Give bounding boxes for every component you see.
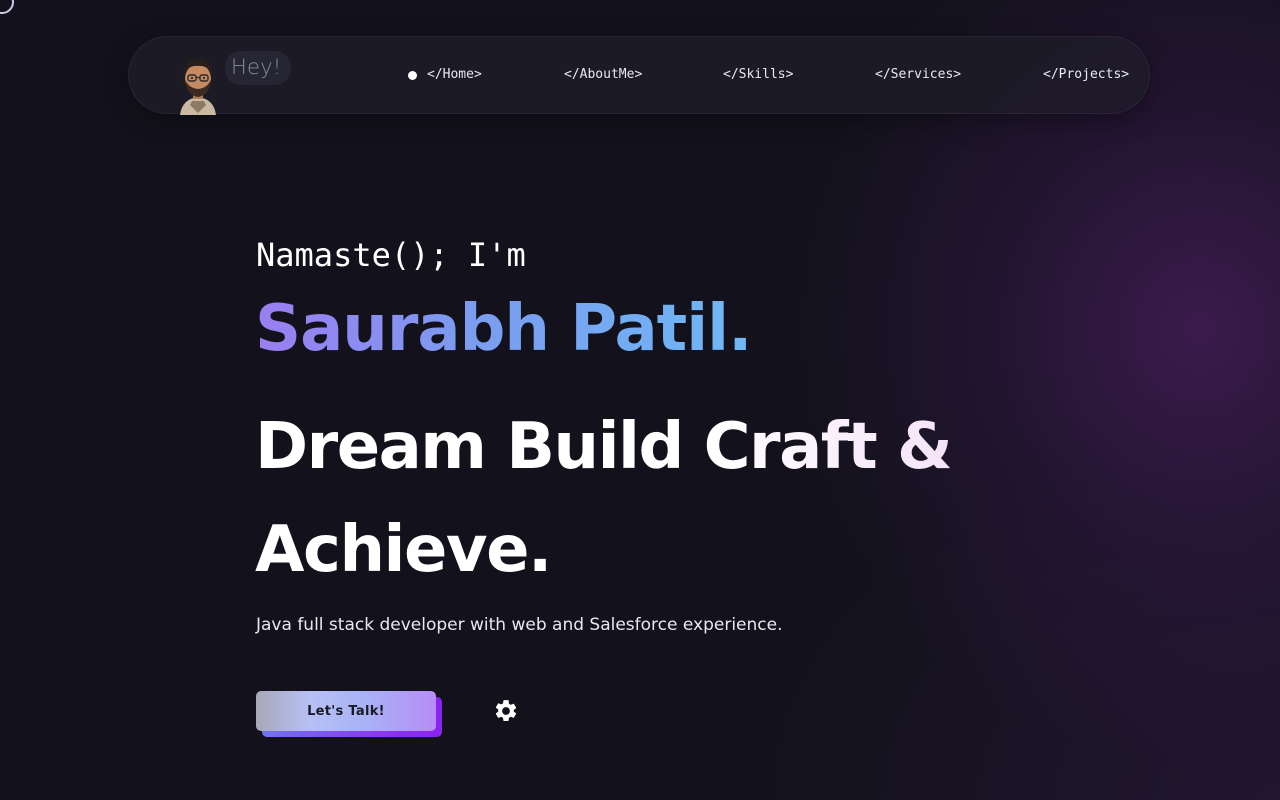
hero-subtitle: Java full stack developer with web and S… <box>256 615 783 635</box>
avatar-icon <box>179 56 217 115</box>
nav-skills[interactable]: </Skills> <box>723 67 793 82</box>
hero-tagline: Dream Build Craft & Achieve. <box>255 396 1015 602</box>
lets-talk-label: Let's Talk! <box>307 703 385 719</box>
nav-about-me[interactable]: </AboutMe> <box>564 67 642 82</box>
nav-home[interactable]: </Home> <box>427 67 482 82</box>
active-nav-indicator <box>408 71 417 80</box>
nav-projects[interactable]: </Projects> <box>1043 67 1129 82</box>
hero-name: Saurabh Patil. <box>255 292 752 366</box>
avatar[interactable] <box>176 55 220 115</box>
lets-talk-button[interactable]: Let's Talk! <box>256 691 436 731</box>
greeting-bubble-text: Hey! <box>231 55 282 79</box>
navbar: Hey! </Home> </AboutMe> </Skills> </Serv… <box>128 36 1150 115</box>
greeting-bubble: Hey! <box>225 51 292 85</box>
hero-greeting: Namaste(); I'm <box>256 236 526 274</box>
gear-icon[interactable] <box>493 698 519 724</box>
cta-container: Let's Talk! <box>256 691 442 737</box>
nav-services[interactable]: </Services> <box>875 67 961 82</box>
corner-ring-icon <box>0 0 14 14</box>
